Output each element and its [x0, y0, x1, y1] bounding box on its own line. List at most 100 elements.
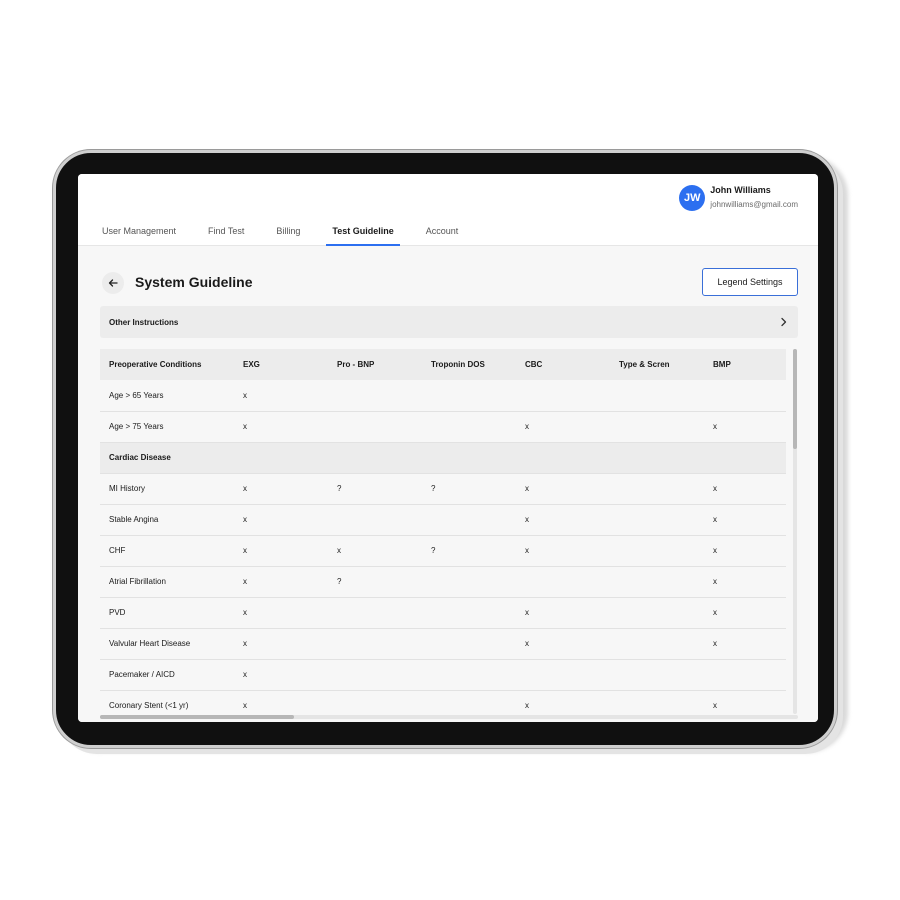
condition-cell: Coronary Stent (<1 yr) — [109, 701, 189, 710]
condition-cell: Stable Angina — [109, 515, 159, 524]
test-mark-cell: x — [525, 422, 529, 431]
test-mark-cell — [328, 380, 422, 411]
test-mark-cell: x — [713, 515, 717, 524]
top-bar: JW John Williams johnwilliams@gmail.com … — [78, 174, 818, 246]
table-row: Atrial Fibrillation x? x — [100, 566, 786, 597]
chevron-right-icon — [781, 317, 787, 327]
test-mark-cell: x — [243, 670, 247, 679]
condition-cell: Cardiac Disease — [109, 453, 171, 462]
horizontal-scrollbar-thumb[interactable] — [100, 715, 294, 719]
test-mark-cell — [704, 442, 786, 473]
tab-find-test[interactable]: Find Test — [208, 226, 244, 245]
table-row: PVD x x x — [100, 597, 786, 628]
tab-test-guideline[interactable]: Test Guideline — [326, 226, 401, 246]
back-button[interactable] — [102, 272, 124, 294]
test-mark-cell — [516, 566, 610, 597]
test-mark-cell: x — [713, 484, 717, 493]
column-header: Pro - BNP — [337, 360, 375, 369]
condition-cell: Atrial Fibrillation — [109, 577, 166, 586]
test-mark-cell: ? — [431, 546, 436, 555]
test-mark-cell: x — [243, 639, 247, 648]
condition-cell: PVD — [109, 608, 126, 617]
tab-billing[interactable]: Billing — [276, 226, 300, 245]
test-mark-cell — [328, 659, 422, 690]
test-mark-cell — [422, 566, 516, 597]
test-mark-cell — [516, 380, 610, 411]
column-header: EXG — [243, 360, 260, 369]
test-mark-cell — [610, 473, 704, 504]
legend-settings-button[interactable]: Legend Settings — [702, 268, 798, 296]
table-row: Valvular Heart Disease x x x — [100, 628, 786, 659]
test-mark-cell — [610, 380, 704, 411]
test-mark-cell: x — [525, 608, 529, 617]
test-mark-cell — [610, 504, 704, 535]
test-mark-cell: x — [525, 639, 529, 648]
condition-cell: Pacemaker / AICD — [109, 670, 175, 679]
column-header: CBC — [525, 360, 543, 369]
column-header: BMP — [713, 360, 731, 369]
test-mark-cell — [234, 442, 328, 473]
test-mark-cell: x — [243, 422, 247, 431]
user-email: johnwilliams@gmail.com — [710, 200, 798, 209]
test-mark-cell — [328, 411, 422, 442]
test-mark-cell — [610, 535, 704, 566]
arrow-left-icon — [108, 279, 118, 287]
column-header: Preoperative Conditions — [109, 360, 202, 369]
test-mark-cell: x — [243, 390, 247, 400]
test-mark-cell: x — [713, 577, 717, 586]
page-title: System Guideline — [135, 274, 253, 290]
table-row: Age > 75 Years x x x — [100, 411, 786, 442]
tab-account[interactable]: Account — [426, 226, 459, 245]
condition-cell: Valvular Heart Disease — [109, 639, 191, 648]
test-mark-cell — [516, 659, 610, 690]
test-mark-cell — [516, 442, 610, 473]
test-mark-cell — [422, 380, 516, 411]
condition-cell: Age > 65 Years — [109, 390, 164, 400]
column-header: Type & Scren — [619, 360, 670, 369]
test-mark-cell — [422, 597, 516, 628]
guideline-table-container: Preoperative Conditions EXG Pro - BNP Tropo… — [100, 349, 786, 714]
test-mark-cell — [610, 628, 704, 659]
test-mark-cell — [328, 504, 422, 535]
test-mark-cell: x — [713, 701, 717, 710]
condition-cell: MI History — [109, 484, 145, 493]
table-body: Age > 65 Years x Age > 75 Years x x x Cardiac … — [100, 380, 786, 714]
test-mark-cell: ? — [337, 484, 342, 493]
test-mark-cell — [704, 380, 786, 411]
test-mark-cell — [610, 659, 704, 690]
vertical-scrollbar-thumb[interactable] — [793, 349, 797, 449]
user-profile[interactable]: JW John Williams johnwilliams@gmail.com — [679, 184, 798, 212]
test-mark-cell: x — [337, 546, 341, 555]
test-mark-cell: x — [713, 422, 717, 431]
tab-user-management[interactable]: User Management — [102, 226, 176, 245]
test-mark-cell — [422, 504, 516, 535]
test-mark-cell: x — [525, 484, 529, 493]
other-instructions-accordion[interactable]: Other Instructions — [100, 306, 798, 338]
condition-cell: CHF — [109, 546, 126, 555]
test-mark-cell: ? — [337, 577, 342, 586]
test-mark-cell: x — [243, 484, 247, 493]
condition-cell: Age > 75 Years — [109, 422, 164, 431]
avatar[interactable]: JW — [679, 185, 706, 211]
nav-tabs: User Management Find Test Billing Test G… — [102, 226, 490, 246]
table-row: Age > 65 Years x — [100, 380, 786, 411]
guideline-table: Preoperative Conditions EXG Pro - BNP Tropo… — [100, 349, 786, 714]
test-mark-cell — [422, 411, 516, 442]
user-info: John Williams johnwilliams@gmail.com — [710, 184, 798, 212]
test-mark-cell — [328, 628, 422, 659]
test-mark-cell — [328, 442, 422, 473]
test-mark-cell: x — [243, 546, 247, 555]
test-mark-cell: ? — [431, 484, 436, 493]
test-mark-cell: x — [243, 577, 247, 586]
test-mark-cell: x — [243, 608, 247, 617]
test-mark-cell — [610, 566, 704, 597]
table-row: Pacemaker / AICD x — [100, 659, 786, 690]
main-content: System Guideline Legend Settings Other I… — [78, 246, 818, 722]
test-mark-cell — [610, 411, 704, 442]
test-mark-cell: x — [713, 639, 717, 648]
table-row: Coronary Stent (<1 yr) x x x — [100, 690, 786, 714]
test-mark-cell — [328, 690, 422, 714]
test-mark-cell: x — [525, 546, 529, 555]
table-row: MI History x?? x x — [100, 473, 786, 504]
test-mark-cell — [328, 597, 422, 628]
